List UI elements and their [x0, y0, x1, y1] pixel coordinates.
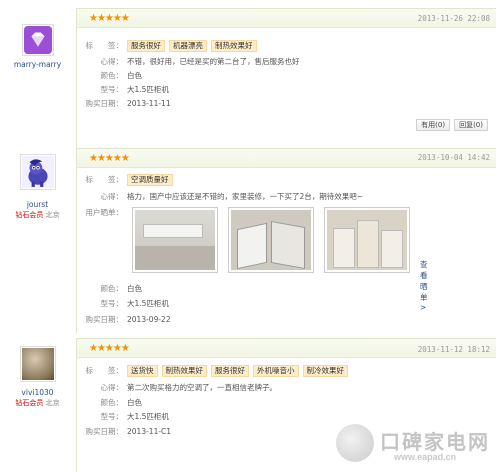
photo-avatar-icon	[21, 348, 54, 380]
tag: 制冷效果好	[302, 365, 348, 377]
packed-boxes-photo-icon	[327, 210, 407, 270]
reviewer-info: jourst 钻石会员 北京	[0, 154, 75, 220]
buy-date-label: 购买日期：	[85, 427, 124, 436]
model-label: 型号：	[100, 412, 124, 421]
reviewer-info: vivi1030 钻石会员 北京	[0, 346, 75, 408]
tags-label: 标 签：	[85, 41, 124, 50]
tag: 服务很好	[211, 365, 249, 377]
avatar[interactable]	[19, 154, 56, 190]
review-actions: 有用(0) 回复(0)	[412, 119, 488, 131]
color-label: 颜色：	[100, 284, 124, 293]
site-watermark: 口碑家电网 www.eapad.cn	[336, 424, 496, 468]
tag: 制热效果好	[211, 40, 257, 52]
comment-label: 心得：	[100, 192, 124, 201]
review-photo[interactable]	[324, 207, 410, 273]
buy-date-label: 购买日期：	[85, 315, 124, 324]
reviewer-location: 北京	[45, 211, 60, 219]
comment-text: 不错，很好用，已经是买的第二台了，售后服务也好	[127, 57, 300, 66]
model-value: 大1.5匹柜机	[127, 299, 169, 308]
tag: 机器漂亮	[169, 40, 207, 52]
review-header: ★★★★★ 2013-10-04 14:42	[77, 149, 496, 168]
review-date: 2013-11-26 22:08	[417, 14, 490, 23]
review-header: ★★★★★ 2013-11-12 18:12	[77, 339, 496, 358]
color-value: 白色	[127, 284, 142, 293]
buy-date-value: 2013-11-11	[127, 99, 171, 108]
avatar[interactable]	[21, 24, 54, 56]
reviewer-name[interactable]: marry-marry	[0, 60, 75, 70]
tag: 空调质量好	[127, 174, 173, 186]
tag: 外机噪音小	[253, 365, 299, 377]
diamond-avatar-icon	[23, 26, 52, 54]
review-photo[interactable]	[228, 207, 314, 273]
member-level: 钻石会员	[15, 211, 44, 219]
rating-stars: ★★★★★	[89, 13, 130, 24]
tags-label: 标 签：	[85, 175, 124, 184]
tag-list: 送货快 制热效果好 服务很好 外机噪音小 制冷效果好	[127, 365, 352, 377]
reviewer-name[interactable]: jourst	[0, 200, 75, 210]
buy-date-value: 2013-11-C1	[127, 427, 172, 436]
review-item: marry-marry ★★★★★ 2013-11-26 22:08 标 签： …	[0, 0, 500, 148]
comment-label: 心得：	[100, 57, 124, 66]
model-value: 大1.5匹柜机	[127, 85, 169, 94]
comment-text: 格力，国产中应该还是不错的，家里装修，一下买了2台，期待效果吧~	[127, 192, 364, 201]
tag: 制热效果好	[161, 365, 207, 377]
useful-button[interactable]: 有用(0)	[416, 119, 451, 131]
reviewer-location: 北京	[45, 399, 60, 407]
model-label: 型号：	[100, 299, 124, 308]
reviewer-name[interactable]: vivi1030	[0, 388, 75, 398]
reply-button[interactable]: 回复(0)	[454, 119, 488, 131]
review-date: 2013-10-04 14:42	[417, 153, 490, 162]
watermark-title: 口碑家电网	[380, 430, 490, 454]
tag-list: 空调质量好	[127, 174, 177, 186]
avatar[interactable]	[19, 346, 56, 382]
review-item: jourst 钻石会员 北京 ★★★★★ 2013-10-04 14:42 标 …	[0, 148, 500, 334]
color-label: 颜色：	[100, 398, 124, 407]
tag-list: 服务很好 机器漂亮 制热效果好	[127, 40, 261, 52]
tags-label: 标 签：	[85, 366, 124, 375]
color-label: 颜色：	[100, 71, 124, 80]
tag: 服务很好	[127, 40, 165, 52]
view-photos-link[interactable]: 查看晒单>	[420, 259, 428, 312]
review-photo[interactable]	[132, 207, 218, 273]
review-panel: ★★★★★ 2013-11-26 22:08 标 签： 服务很好 机器漂亮 制热效果…	[76, 8, 496, 148]
reviewer-level-row: 钻石会员 北京	[0, 210, 75, 220]
model-value: 大1.5匹柜机	[127, 412, 169, 421]
user-photos-label: 用户晒单：	[85, 208, 124, 217]
comment-label: 心得：	[100, 383, 124, 392]
rating-stars: ★★★★★	[89, 343, 130, 354]
review-header: ★★★★★ 2013-11-26 22:08	[77, 9, 496, 28]
member-level: 钻石会员	[15, 399, 44, 407]
color-value: 白色	[127, 398, 142, 407]
watermark-url: www.eapad.cn	[394, 452, 457, 462]
reviewer-level-row: 钻石会员 北京	[0, 398, 75, 408]
color-value: 白色	[127, 71, 142, 80]
reviewer-info: marry-marry	[0, 24, 75, 70]
flame-logo-icon	[336, 424, 374, 462]
comment-text: 第二次购买格力的空调了，一直相信老牌子。	[127, 383, 277, 392]
review-panel: ★★★★★ 2013-10-04 14:42 标 签： 空调质量好 心得： 格力…	[76, 148, 496, 334]
model-label: 型号：	[100, 85, 124, 94]
ac-indoor-unit-photo-icon	[135, 210, 215, 270]
rating-stars: ★★★★★	[89, 153, 130, 164]
ac-boxes-photo-icon	[231, 210, 311, 270]
tag: 送货快	[127, 365, 158, 377]
review-date: 2013-11-12 18:12	[417, 345, 490, 354]
buy-date-value: 2013-09-22	[127, 315, 171, 324]
pony-avatar-icon	[21, 156, 54, 188]
buy-date-label: 购买日期：	[85, 99, 124, 108]
